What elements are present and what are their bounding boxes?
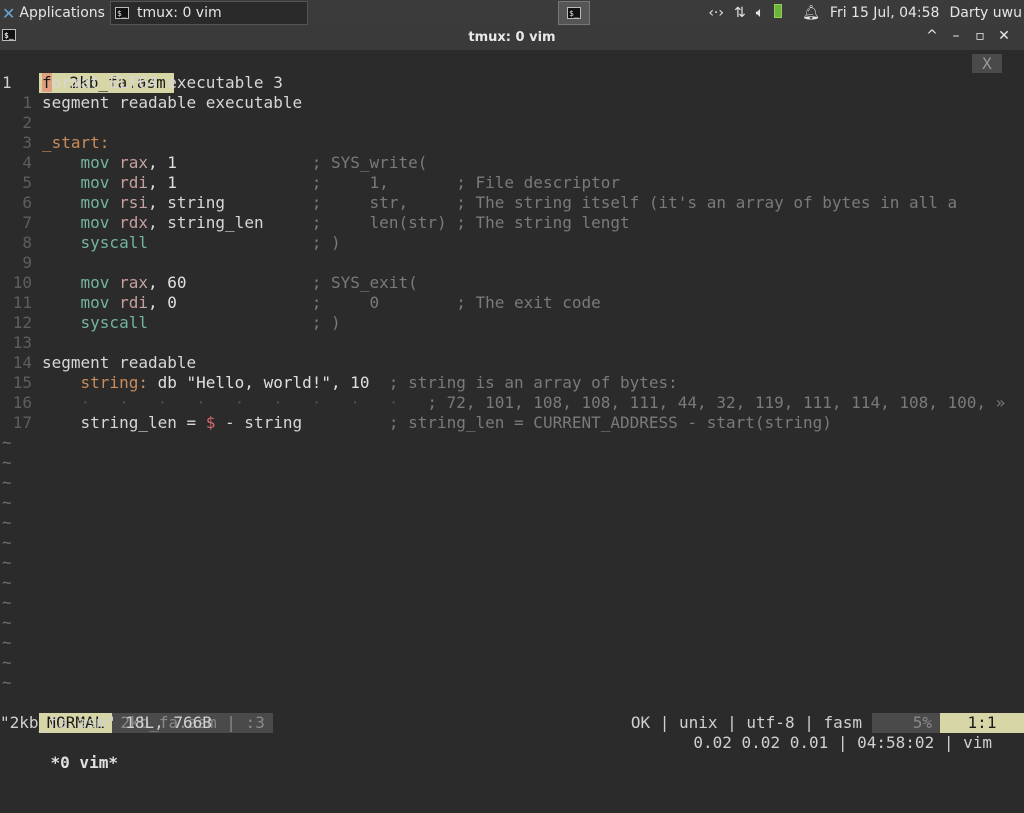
notification-bell-icon[interactable]: 🔔︎ <box>802 5 820 21</box>
empty-line-marker: ~ <box>2 593 12 612</box>
code-line: 16 · · · · · · · · · ; 72, 101, 108, 108… <box>12 393 1006 412</box>
empty-line-marker: ~ <box>2 613 12 632</box>
code-line: 9 <box>22 253 32 272</box>
code-line: 13 <box>12 333 32 352</box>
window-title: tmux: 0 vim <box>468 30 556 45</box>
cursor: f <box>42 73 52 92</box>
empty-line-marker: ~ <box>2 553 12 572</box>
volume-icon[interactable]: 🔈︎ <box>756 5 764 21</box>
vim-statusline: NORMAL 2kb_fa.asm | :3 OK | unix | utf-8 … <box>0 693 1024 733</box>
empty-line-marker: ~ <box>2 473 12 492</box>
top-panel: ✕ Applications $_ tmux: 0 vim $_ ‹·› ⇅ 🔈… <box>0 0 1024 26</box>
empty-line-marker: ~ <box>2 433 12 452</box>
code-line: 10 mov rax, 60 ; SYS_exit( <box>12 273 418 292</box>
vim-tabline: 1 2kb_fa.asm X <box>0 53 1024 93</box>
maximize-button[interactable]: ▫ <box>968 28 992 44</box>
transfer-arrows-icon[interactable]: ⇅ <box>734 5 746 21</box>
terminal-icon: $_ <box>115 7 129 19</box>
empty-line-marker: ~ <box>2 453 12 472</box>
clock[interactable]: Fri 15 Jul, 04:58 <box>830 5 940 21</box>
tmux-statusbar: *0 vim* 0.02 0.02 0.01 | 04:58:02 | vim <box>0 733 1024 772</box>
applications-menu[interactable]: ✕ Applications <box>2 3 105 23</box>
network-status-icon[interactable]: ‹·› <box>708 5 724 21</box>
taskbar-button-tmux[interactable]: $_ tmux: 0 vim <box>110 1 308 25</box>
tmux-window-tab[interactable]: *0 vim* <box>39 753 118 772</box>
code-line: 8 syscall ; ) <box>22 233 341 252</box>
code-line: 5 mov rdi, 1 ; 1, ; File descriptor <box>22 173 620 192</box>
code-line: 14 segment readable <box>12 353 197 372</box>
system-tray: ‹·› ⇅ 🔈︎ 🔔︎ Fri 15 Jul, 04:58 Darty uwu <box>708 0 1024 26</box>
xfce-logo-icon: ✕ <box>2 3 16 23</box>
code-line: 3 _start: <box>22 133 110 152</box>
terminal-launcher-button[interactable]: $_ <box>558 1 590 25</box>
empty-line-marker: ~ <box>2 673 12 692</box>
tab-close-button[interactable]: X <box>972 54 1002 73</box>
code-line: 2 <box>22 113 32 132</box>
vim-message-line: "2kb_fa.asm" 18L, 766B <box>0 713 212 732</box>
battery-icon[interactable] <box>774 4 792 22</box>
code-line: 15 string: db "Hello, world!", 10 ; stri… <box>12 373 678 392</box>
empty-line-marker: ~ <box>2 653 12 672</box>
code-line: 11 mov rdi, 0 ; 0 ; The exit code <box>12 293 601 312</box>
empty-line-marker: ~ <box>2 533 12 552</box>
code-line: 6 mov rsi, string ; str, ; The string it… <box>22 193 958 212</box>
close-button[interactable]: ✕ <box>992 28 1016 44</box>
user-menu[interactable]: Darty uwu <box>949 5 1022 21</box>
empty-line-marker: ~ <box>2 573 12 592</box>
applications-label: Applications <box>19 5 105 21</box>
terminal-icon: $_ <box>567 7 581 19</box>
taskbar-label: tmux: 0 vim <box>137 5 222 21</box>
code-line: 1 segment readable executable <box>22 93 303 112</box>
terminal[interactable]: 1 2kb_fa.asm X 1 format ELF64 executable … <box>0 50 1024 772</box>
empty-line-marker: ~ <box>2 493 12 512</box>
code-line: 7 mov rdx, string_len ; len(str) ; The s… <box>22 213 630 232</box>
empty-line-marker: ~ <box>2 513 12 532</box>
shade-button[interactable]: ^ <box>920 28 944 44</box>
empty-line-marker: ~ <box>2 633 12 652</box>
tmux-status-right: 0.02 0.02 0.01 | 04:58:02 | vim <box>693 733 992 752</box>
window-titlebar[interactable]: $_ tmux: 0 vim ^ – ▫ ✕ <box>0 26 1024 50</box>
code-line: 1 format ELF64 executable 3 <box>2 73 283 92</box>
code-line: 17 string_len = $ - string ; string_len … <box>12 413 832 432</box>
minimize-button[interactable]: – <box>944 28 968 44</box>
code-line: 4 mov rax, 1 ; SYS_write( <box>22 153 428 172</box>
code-line: 12 syscall ; ) <box>12 313 341 332</box>
